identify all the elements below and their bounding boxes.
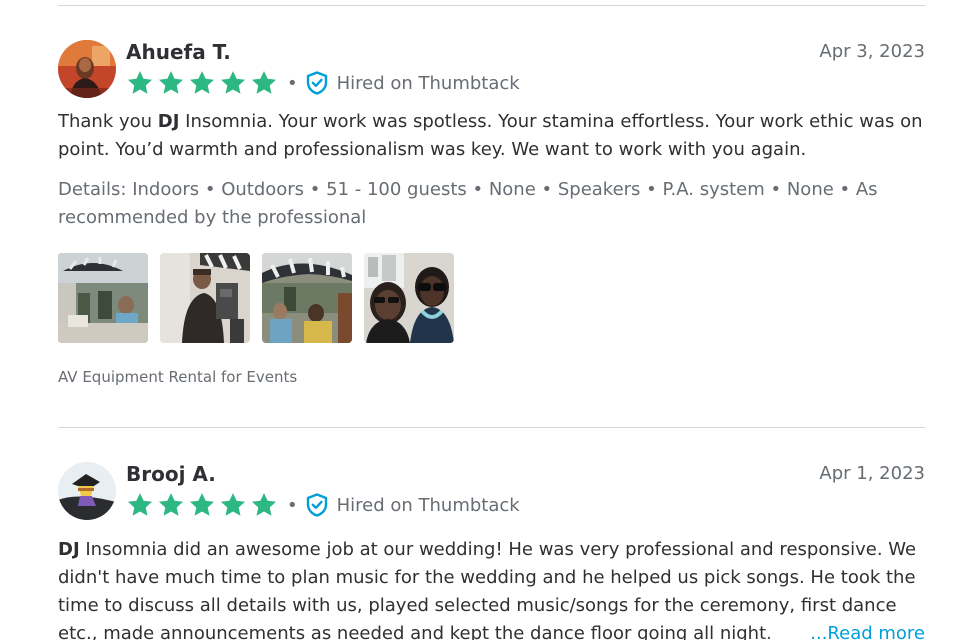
review-photo[interactable]: [262, 253, 352, 343]
star-icon: [189, 493, 215, 516]
star-icon: [158, 71, 184, 94]
hired-label: Hired on Thumbtack: [336, 72, 520, 94]
review-text-bold: DJ: [58, 539, 80, 560]
review-card: Brooj A. Apr 1, 2023 • Hired on Thumbtac…: [58, 462, 925, 640]
star-icon: [127, 71, 153, 94]
review-photo[interactable]: [364, 253, 454, 343]
reviewer-name: Ahuefa T.: [126, 40, 231, 64]
service-category: AV Equipment Rental for Events: [58, 368, 298, 386]
hired-badge: Hired on Thumbtack: [306, 493, 520, 517]
star-icon: [220, 71, 246, 94]
review-photo[interactable]: [160, 253, 250, 343]
hired-label: Hired on Thumbtack: [336, 494, 520, 516]
avatar[interactable]: [58, 462, 116, 520]
review-photo[interactable]: [58, 253, 148, 343]
star-icon: [220, 493, 246, 516]
star-icon: [158, 493, 184, 516]
job-details: Details: Indoors • Outdoors • 51 - 100 g…: [58, 179, 878, 228]
avatar[interactable]: [58, 40, 116, 98]
star-icon: [251, 493, 277, 516]
top-divider: [58, 5, 925, 6]
shield-check-icon: [306, 71, 327, 95]
review-text-intro: Thank you: [58, 111, 158, 132]
review-photos: [58, 253, 466, 343]
reviewer-name: Brooj A.: [126, 462, 216, 486]
hired-badge: Hired on Thumbtack: [306, 71, 520, 95]
separator-dot: •: [287, 494, 298, 516]
rating-row: • Hired on Thumbtack: [126, 68, 520, 98]
read-more-link[interactable]: ...Read more: [762, 620, 925, 640]
review-text-bold: DJ: [157, 111, 180, 132]
reviews-page: Ahuefa T. Apr 3, 2023 • Hired on Thumbta…: [58, 0, 925, 640]
review-date: Apr 3, 2023: [819, 41, 925, 62]
review-card: Ahuefa T. Apr 3, 2023 • Hired on Thumbta…: [58, 40, 925, 400]
review-text: Thank you DJ Insomnia. Your work was spo…: [58, 108, 925, 164]
review-date: Apr 1, 2023: [819, 463, 925, 484]
review-text-body: Insomnia. Your work was spotless. Your s…: [58, 111, 923, 160]
separator-dot: •: [287, 72, 298, 94]
star-icon: [251, 71, 277, 94]
star-icon: [189, 71, 215, 94]
star-rating: [126, 69, 281, 97]
star-rating: [126, 491, 281, 519]
star-icon: [127, 493, 153, 516]
rating-row: • Hired on Thumbtack: [126, 490, 520, 520]
review-divider: [58, 427, 925, 428]
shield-check-icon: [306, 493, 327, 517]
